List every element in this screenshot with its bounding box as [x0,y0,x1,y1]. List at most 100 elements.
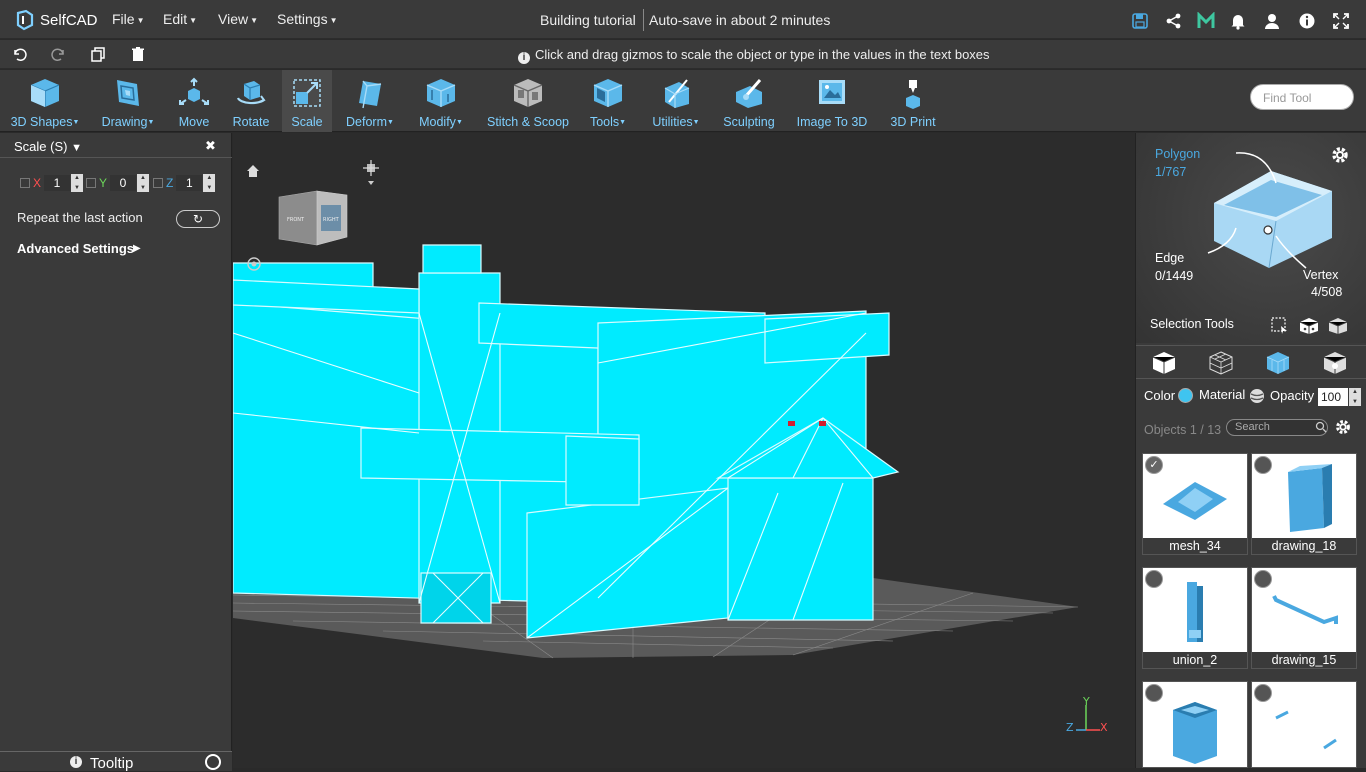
selected-vertex-marker[interactable] [788,421,795,426]
view-cube[interactable]: FRONT RIGHT [278,190,348,246]
notifications-bell-icon[interactable] [1229,12,1247,30]
y-scale-input[interactable]: 0 [110,175,137,191]
object-card[interactable]: ✓ mesh_34 [1142,453,1248,555]
color-swatch[interactable] [1178,388,1193,403]
transparent-mode-icon[interactable] [1321,350,1349,376]
chevron-down-icon: ▼ [387,119,394,126]
main-toolbar: 3D Shapes▼ Drawing▼ Move Rotate Scale De… [0,70,1366,132]
tooltip-bar[interactable]: i Tooltip [0,751,232,772]
info-icon[interactable] [1298,12,1316,30]
object-select-checkbox[interactable] [1254,570,1272,588]
menu-settings[interactable]: Settings ▼ [277,11,338,27]
repeat-last-action-label: Repeat the last action [17,210,143,225]
z-scale-input[interactable]: 1 [176,175,203,191]
tool-modify[interactable]: Modify▼ [412,70,470,132]
object-card[interactable]: drawing_18 [1251,453,1357,555]
menu-edit[interactable]: Edit ▼ [163,11,197,27]
object-select-checkbox[interactable] [1254,684,1272,702]
tool-move-label: Move [178,115,210,129]
undo-icon[interactable] [11,46,27,62]
axis-indicator: Y Z X [1066,695,1108,734]
select-all-cube-icon[interactable] [1299,317,1319,335]
z-scale-stepper[interactable]: ▲ ▼ [203,174,216,192]
x-axis-lock-checkbox[interactable] [20,178,30,188]
trash-icon[interactable] [130,46,146,62]
tool-deform[interactable]: Deform▼ [340,70,400,132]
tool-stitch-scoop[interactable]: Stitch & Scoop [482,70,574,132]
opacity-input[interactable]: 100 [1318,388,1348,406]
polygon-mode-cube-icon[interactable] [1264,350,1292,376]
repeat-last-action-button[interactable]: ↻ [176,210,220,228]
vertex-marker[interactable] [1263,225,1273,235]
material-sphere-icon[interactable] [1249,388,1265,404]
m-brand-icon[interactable] [1197,12,1215,30]
object-select-checkbox[interactable] [1145,570,1163,588]
menu-file[interactable]: File ▼ [112,11,144,27]
material-label[interactable]: Material [1199,387,1245,402]
tool-3d-shapes[interactable]: 3D Shapes▼ [8,70,82,132]
expand-arrow-icon[interactable]: ▶ [133,243,141,254]
tool-drawing[interactable]: Drawing▼ [96,70,160,132]
object-select-checkbox[interactable] [1145,684,1163,702]
chevron-down-icon: ▼ [692,119,700,126]
menu-edit-label: Edit [163,11,188,27]
object-card[interactable] [1251,681,1357,768]
gear-icon[interactable] [1334,418,1352,436]
3d-scene[interactable]: FRONT RIGHT Y Z X [233,133,1135,768]
tool-modify-label: Modify [419,115,456,129]
tool-3d-print[interactable]: 3D Print [884,70,942,132]
opacity-stepper[interactable]: ▲ ▼ [1349,388,1361,406]
menu-file-label: File [112,11,135,27]
y-axis-control: Y 0 ▲ ▼ [86,174,150,192]
user-account-icon[interactable] [1263,12,1281,30]
gear-icon[interactable] [1330,145,1350,165]
tool-image-to-3d[interactable]: Image To 3D [792,70,872,132]
invert-select-cube-icon[interactable] [1328,317,1348,335]
close-icon[interactable]: ✖ [205,138,216,154]
tool-utilities[interactable]: Utilities▼ [646,70,706,132]
vertex-mode-label[interactable]: Vertex [1303,268,1338,282]
fullscreen-icon[interactable] [1332,12,1350,30]
object-card[interactable]: drawing_15 [1251,567,1357,669]
object-card[interactable]: union_2 [1142,567,1248,669]
selfcad-logo[interactable]: SelfCAD [14,8,98,32]
object-select-checkbox[interactable] [1254,456,1272,474]
z-axis-lock-checkbox[interactable] [153,178,163,188]
pivot-point-icon[interactable] [363,160,379,185]
building-model[interactable] [233,244,900,639]
y-scale-stepper[interactable]: ▲ ▼ [137,174,150,192]
redo-icon[interactable] [51,46,67,62]
tool-rotate[interactable]: Rotate [228,70,274,132]
y-axis-lock-checkbox[interactable] [86,178,96,188]
tool-tools[interactable]: Tools▼ [584,70,632,132]
object-card[interactable] [1142,681,1248,768]
axis-z-label: Z [1066,721,1074,734]
home-view-icon[interactable] [247,165,259,177]
menu-view[interactable]: View ▼ [218,11,258,27]
tool-sculpting[interactable]: Sculpting [718,70,780,132]
object-selected-checkbox[interactable]: ✓ [1145,456,1163,474]
advanced-settings-toggle[interactable]: Advanced Settings [17,241,134,256]
document-title[interactable]: Building tutorial [540,12,636,28]
tools-icon [593,79,623,107]
copy-icon[interactable] [90,46,106,62]
find-tool-input[interactable]: Find Tool [1250,84,1354,110]
share-icon[interactable] [1165,12,1183,30]
tool-move[interactable]: Move [172,70,216,132]
solid-object-mode-icon[interactable] [1150,350,1178,376]
x-scale-input[interactable]: 1 [44,175,71,191]
hint-bar: i Click and drag gizmos to scale the obje… [0,40,1366,69]
polygon-mode-label[interactable]: Polygon [1155,147,1200,161]
save-icon[interactable] [1131,12,1149,30]
edge-mode-label[interactable]: Edge [1155,251,1184,265]
x-scale-stepper[interactable]: ▲ ▼ [71,174,84,192]
scale-panel-title[interactable]: Scale (S) ▼ [14,139,82,154]
stepper-down-icon: ▼ [1352,399,1358,405]
objects-search-input[interactable]: Search [1226,419,1328,436]
wireframe-mode-icon[interactable] [1207,350,1235,376]
tool-scale[interactable]: Scale [282,70,332,132]
selected-vertex-marker[interactable] [819,421,826,426]
3d-viewport[interactable]: FRONT RIGHT Y Z X [233,133,1135,768]
box-select-icon[interactable] [1271,317,1289,335]
utilities-icon [664,79,690,108]
